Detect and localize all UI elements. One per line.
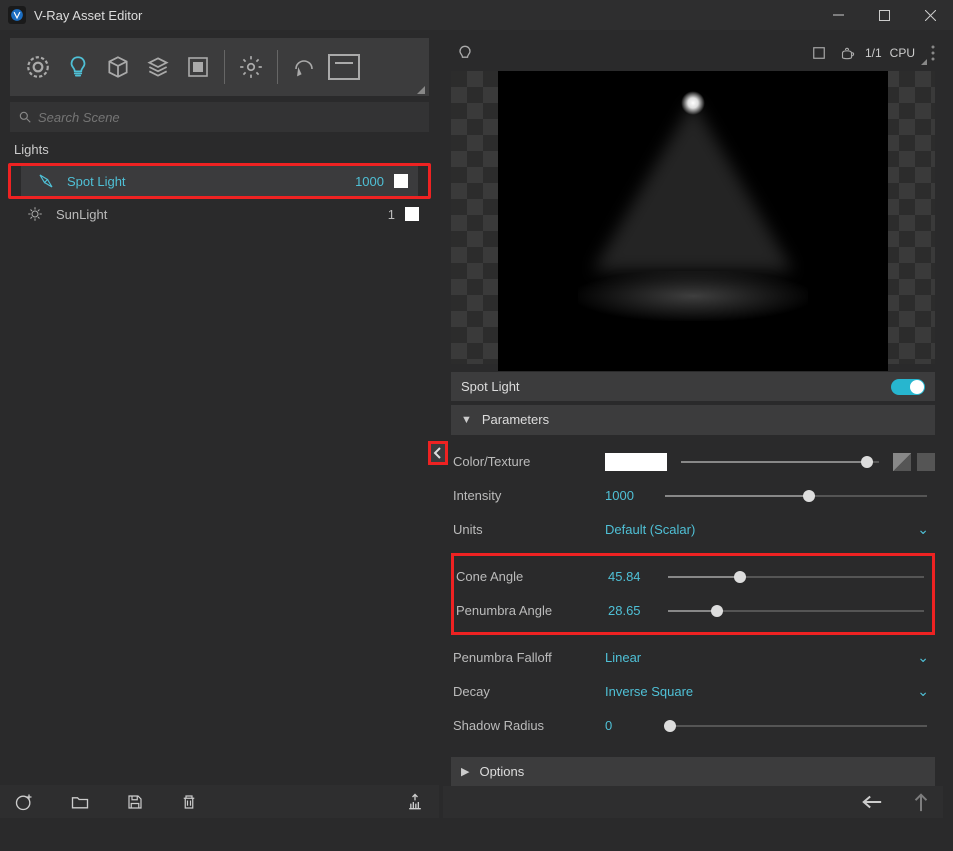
teapot-icon[interactable]: [833, 45, 861, 61]
search-row: [10, 102, 429, 132]
close-button[interactable]: [907, 0, 953, 30]
chevron-down-icon[interactable]: ⌄: [917, 683, 935, 700]
preview-fit-icon[interactable]: [805, 46, 833, 60]
param-value[interactable]: 28.65: [608, 603, 668, 618]
param-falloff: Penumbra Falloff Linear ⌄: [451, 641, 935, 675]
left-footer: [0, 785, 439, 818]
param-shadow-radius: Shadow Radius 0: [451, 709, 935, 743]
decay-dropdown[interactable]: Inverse Square: [605, 684, 917, 699]
options-accordion[interactable]: ▶ Options: [451, 757, 935, 786]
minimize-button[interactable]: [815, 0, 861, 30]
chevron-down-icon[interactable]: ⌄: [917, 649, 935, 666]
asset-label: Spot Light: [67, 174, 355, 189]
param-intensity: Intensity 1000: [451, 479, 935, 513]
asset-value: 1: [388, 207, 395, 222]
texture-slot-icon[interactable]: [893, 453, 911, 471]
param-penumbra-angle: Penumbra Angle 28.65: [454, 594, 932, 628]
asset-label: SunLight: [56, 207, 388, 222]
texture-clear-icon[interactable]: [917, 453, 935, 471]
materials-tab-icon[interactable]: [18, 47, 58, 87]
shadow-slider[interactable]: [665, 725, 927, 727]
preview-mode-expand-icon[interactable]: [921, 59, 927, 65]
penumbra-slider[interactable]: [668, 610, 924, 612]
preview-viewport: [451, 71, 935, 364]
color-picker[interactable]: [605, 453, 667, 471]
collapse-panel-button[interactable]: [428, 441, 448, 465]
parameters-body: Color/Texture Intensity 1000 Units Defau…: [451, 435, 935, 753]
maximize-button[interactable]: [861, 0, 907, 30]
layers-tab-icon[interactable]: [138, 47, 178, 87]
delete-icon[interactable]: [180, 793, 198, 811]
lights-tab-icon[interactable]: [58, 47, 98, 87]
properties-panel: 1/1 CPU Spot Light ▼ Parameters: [443, 30, 943, 818]
asset-row-spot-light[interactable]: Spot Light 1000: [21, 166, 418, 196]
save-icon[interactable]: [126, 793, 144, 811]
sun-light-icon: [24, 205, 46, 223]
param-label: Penumbra Angle: [456, 603, 608, 618]
app-icon: [8, 6, 26, 24]
param-label: Cone Angle: [456, 569, 608, 584]
purge-icon[interactable]: [405, 792, 425, 812]
chevron-right-icon: ▶: [461, 765, 469, 778]
search-input[interactable]: [38, 110, 421, 125]
param-value[interactable]: 1000: [605, 488, 665, 503]
param-label: Decay: [453, 684, 605, 699]
units-dropdown[interactable]: Default (Scalar): [605, 522, 917, 537]
accordion-label: Options: [479, 764, 524, 779]
add-asset-icon[interactable]: [14, 792, 34, 812]
intensity-slider[interactable]: [665, 495, 927, 497]
category-toolbar: [10, 38, 429, 96]
frame-buffer-icon[interactable]: [328, 54, 360, 80]
window-title: V-Ray Asset Editor: [34, 8, 815, 23]
render-image: [498, 71, 888, 371]
param-decay: Decay Inverse Square ⌄: [451, 675, 935, 709]
param-value[interactable]: 0: [605, 718, 665, 733]
up-icon[interactable]: [913, 792, 929, 812]
preview-light-icon[interactable]: [451, 43, 479, 63]
preview-menu-icon[interactable]: [931, 45, 935, 61]
highlight-angle-params: Cone Angle 45.84 Penumbra Angle 28.65: [451, 553, 935, 635]
param-units: Units Default (Scalar) ⌄: [451, 513, 935, 547]
param-label: Color/Texture: [453, 454, 605, 469]
color-swatch[interactable]: [394, 174, 408, 188]
settings-icon[interactable]: [231, 47, 271, 87]
preview-toolbar: 1/1 CPU: [451, 38, 935, 67]
param-label: Units: [453, 522, 605, 537]
search-icon: [18, 110, 32, 124]
param-value[interactable]: 45.84: [608, 569, 668, 584]
preview-mode[interactable]: CPU: [890, 46, 915, 60]
asset-value: 1000: [355, 174, 384, 189]
section-label-lights: Lights: [14, 142, 425, 157]
property-title-row: Spot Light: [451, 372, 935, 401]
enable-toggle[interactable]: [891, 379, 925, 395]
cone-slider[interactable]: [668, 576, 924, 578]
param-cone-angle: Cone Angle 45.84: [454, 560, 932, 594]
spot-light-icon: [35, 172, 57, 190]
param-label: Intensity: [453, 488, 605, 503]
chevron-down-icon: ▼: [461, 414, 472, 426]
chevron-down-icon[interactable]: ⌄: [917, 521, 935, 538]
param-label: Penumbra Falloff: [453, 650, 605, 665]
preview-ratio[interactable]: 1/1: [865, 46, 882, 60]
property-title: Spot Light: [461, 379, 891, 394]
interactive-render-icon[interactable]: [284, 47, 324, 87]
color-swatch[interactable]: [405, 207, 419, 221]
param-color: Color/Texture: [451, 445, 935, 479]
back-icon[interactable]: [861, 794, 883, 810]
toolbar-expand-icon[interactable]: [417, 86, 425, 94]
right-footer: [443, 786, 943, 818]
asset-list-panel: Lights Spot Light 1000 SunLight 1: [0, 30, 439, 818]
titlebar: V-Ray Asset Editor: [0, 0, 953, 30]
geometry-tab-icon[interactable]: [98, 47, 138, 87]
open-folder-icon[interactable]: [70, 792, 90, 812]
asset-row-sunlight[interactable]: SunLight 1: [10, 199, 429, 229]
falloff-dropdown[interactable]: Linear: [605, 650, 917, 665]
parameters-accordion[interactable]: ▼ Parameters: [451, 405, 935, 434]
color-slider[interactable]: [681, 461, 879, 463]
param-label: Shadow Radius: [453, 718, 605, 733]
highlight-spot-light: Spot Light 1000: [8, 163, 431, 199]
accordion-label: Parameters: [482, 412, 549, 427]
textures-tab-icon[interactable]: [178, 47, 218, 87]
